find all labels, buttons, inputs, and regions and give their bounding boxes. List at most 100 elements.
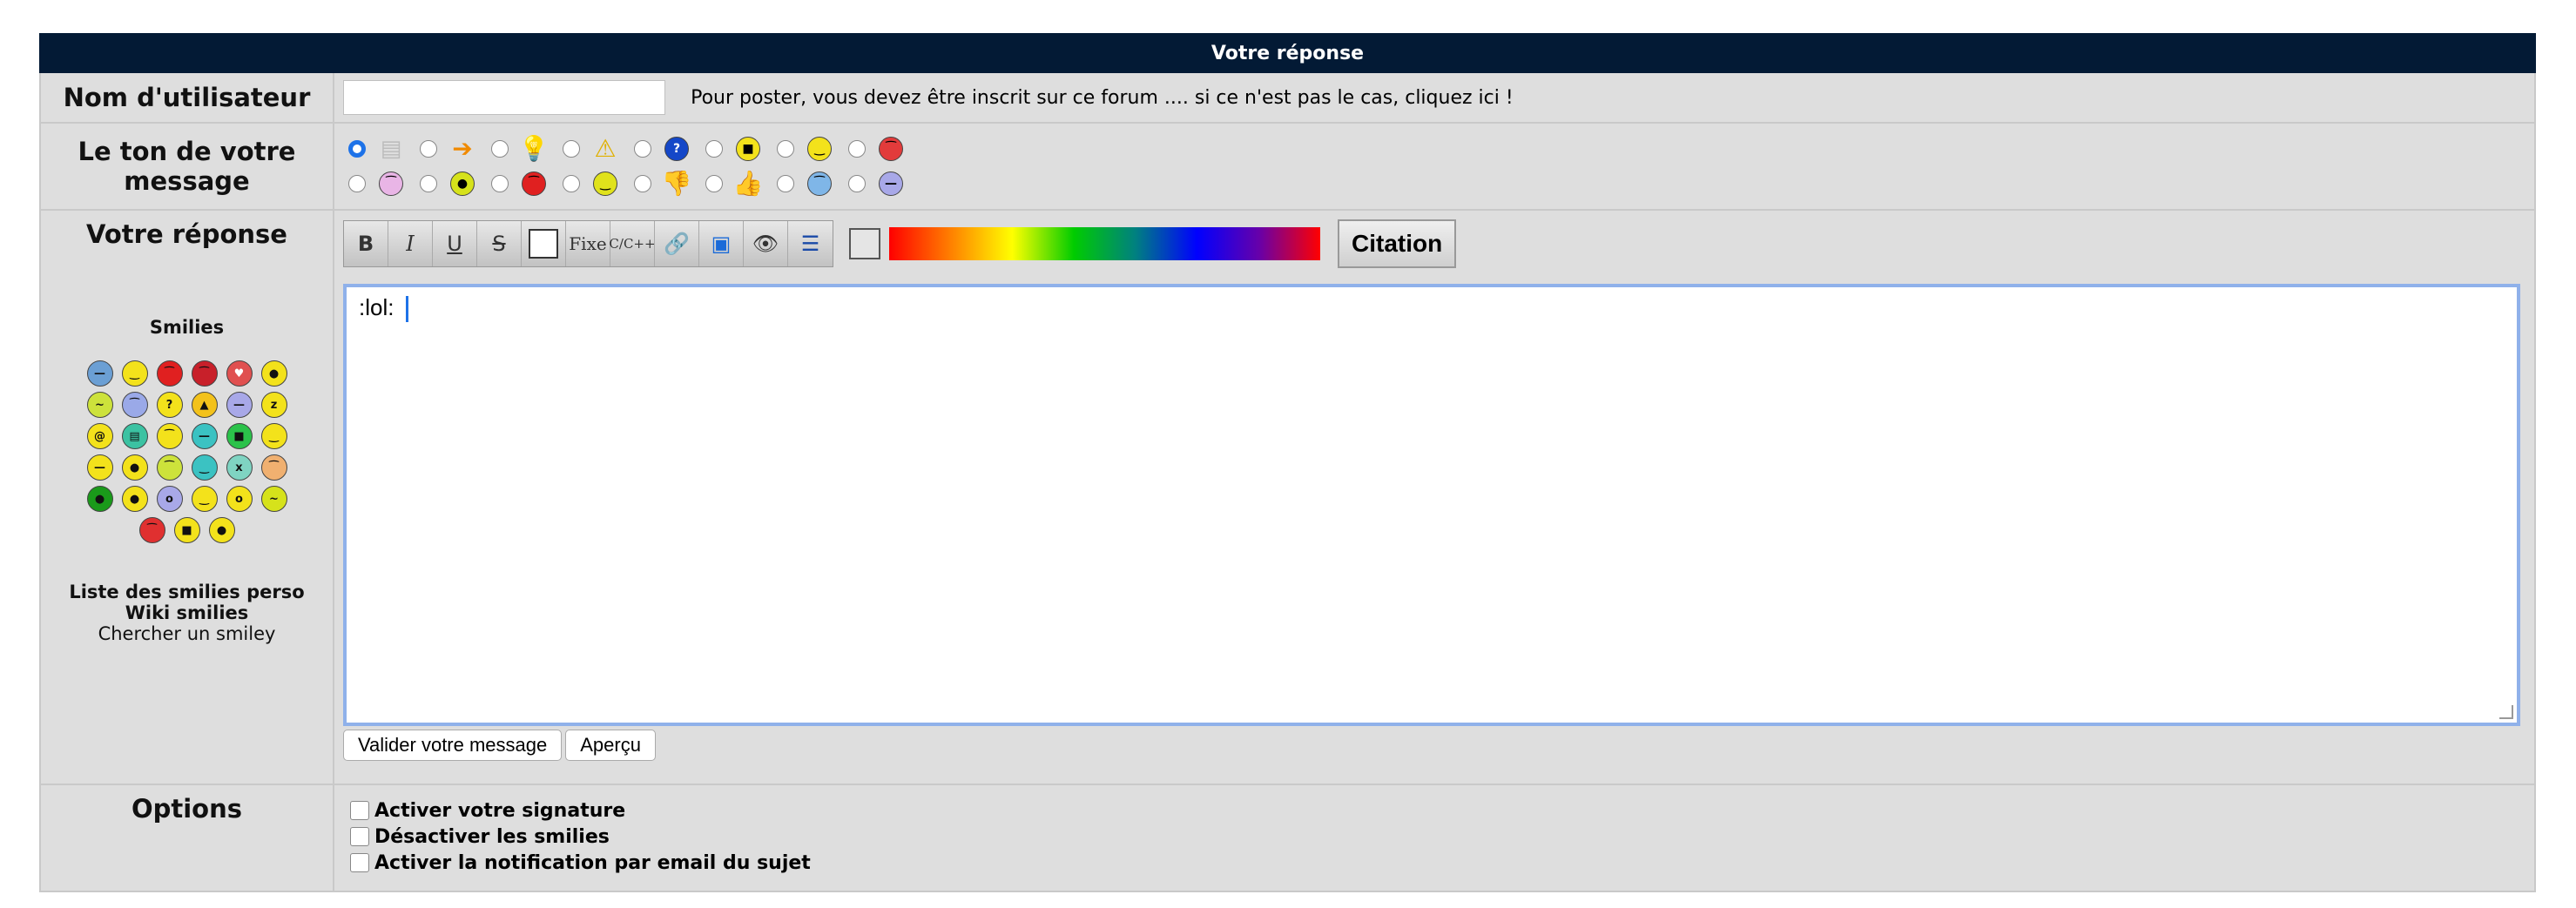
smiley-icon[interactable]: ⁀ (260, 454, 287, 481)
eye-icon: 👁 (752, 232, 779, 256)
color-spectrum[interactable] (889, 227, 1320, 260)
tone-radio[interactable] (563, 175, 580, 192)
list-button[interactable]: ☰ (788, 221, 833, 266)
tone-radio[interactable] (420, 175, 437, 192)
tone-radio[interactable] (634, 140, 651, 158)
smiley-icon[interactable]: ~ (260, 486, 287, 512)
smiley-icon[interactable]: ‿ (260, 423, 287, 449)
smiley-icon[interactable]: ● (208, 517, 235, 543)
image-button[interactable]: ▣ (699, 221, 744, 266)
reply-label: Votre réponse (86, 219, 287, 249)
square-icon (529, 229, 558, 259)
wink-smiley-icon: ‿ (590, 169, 620, 198)
color-picker-swatch[interactable] (849, 228, 880, 259)
tone-radio[interactable] (705, 140, 723, 158)
smiley-icon[interactable]: ‿ (121, 360, 148, 387)
tone-label: Le ton de votre message (39, 122, 334, 211)
tone-radio[interactable] (348, 175, 366, 192)
tone-radio[interactable] (491, 140, 509, 158)
smiley-icon[interactable]: ● (121, 486, 148, 512)
crying-smiley-icon: ⁀ (805, 169, 834, 198)
smiley-icon[interactable]: ⁀ (138, 517, 165, 543)
option-notification: Activer la notification par email du suj… (343, 850, 2534, 876)
question-icon: ? (662, 134, 691, 164)
option-label: Activer votre signature (374, 799, 626, 822)
smiley-icon[interactable]: ? (156, 392, 183, 418)
smiley-icon[interactable]: — (191, 423, 218, 449)
tone-options: ▤ ➔ 💡 ⚠ ? ■ ‿ ⁀ ⁀ ● ⁀ ‿ 👎 👍 ⁀ — (333, 122, 2536, 211)
smiley-icon[interactable]: ⁀ (156, 360, 183, 387)
tone-row-1: ▤ ➔ 💡 ⚠ ? ■ ‿ ⁀ (343, 131, 2534, 166)
link-button[interactable]: 🔗 (655, 221, 699, 266)
register-hint[interactable]: Pour poster, vous devez être inscrit sur… (691, 87, 1514, 109)
tone-radio[interactable] (705, 175, 723, 192)
tone-radio[interactable] (563, 140, 580, 158)
smilies-list-link[interactable]: Liste des smilies perso (42, 582, 332, 602)
smilies-links: Liste des smilies perso Wiki smilies Che… (42, 582, 332, 644)
smiley-icon[interactable]: @ (86, 423, 113, 449)
thumbs-down-icon: 👎 (661, 169, 692, 198)
smiley-icon[interactable]: x (226, 454, 253, 481)
text-caret (405, 296, 408, 323)
sunglasses-smiley-icon: ■ (733, 134, 763, 164)
underline-button[interactable]: U (433, 221, 477, 266)
smiley-icon[interactable]: — (86, 454, 113, 481)
notification-checkbox[interactable] (350, 853, 369, 872)
username-input[interactable] (343, 80, 665, 115)
tone-radio[interactable] (848, 175, 866, 192)
smiley-icon[interactable]: ⁀ (121, 392, 148, 418)
smiley-icon[interactable]: — (226, 392, 253, 418)
smiley-icon[interactable]: ■ (226, 423, 253, 449)
resize-handle[interactable] (2499, 705, 2513, 719)
submit-button[interactable]: Valider votre message (343, 730, 563, 761)
smiley-icon[interactable]: ● (86, 486, 113, 512)
smiley-icon[interactable]: — (86, 360, 113, 387)
username-label: Nom d'utilisateur (39, 71, 334, 124)
smilies-title: Smilies (149, 317, 225, 338)
tone-radio[interactable] (491, 175, 509, 192)
citation-button[interactable]: Citation (1338, 219, 1457, 268)
italic-button[interactable]: I (388, 221, 433, 266)
form-actions: Valider votre message Aperçu (343, 730, 2534, 761)
signature-checkbox[interactable] (350, 801, 369, 820)
smiley-icon[interactable]: ⁀ (156, 423, 183, 449)
smiley-icon[interactable]: ‿ (191, 486, 218, 512)
tone-radio[interactable] (634, 175, 651, 192)
smiley-icon[interactable]: ● (121, 454, 148, 481)
lightbulb-icon: 💡 (518, 134, 550, 163)
sad-smiley-icon: ⁀ (376, 169, 406, 198)
bold-button[interactable]: B (344, 221, 388, 266)
smiley-icon[interactable]: z (260, 392, 287, 418)
smiley-icon[interactable]: ▲ (191, 392, 218, 418)
disable-smilies-checkbox[interactable] (350, 827, 369, 846)
smiley-icon[interactable]: o (226, 486, 253, 512)
editor-toolbar: B I U S Fixe C/C++ 🔗 ▣ 👁 ☰ Citation (343, 219, 2534, 268)
tone-radio[interactable] (348, 140, 366, 158)
tone-row-2: ⁀ ● ⁀ ‿ 👎 👍 ⁀ — (343, 166, 2534, 201)
smiley-icon[interactable]: ■ (173, 517, 200, 543)
fixed-button[interactable]: Fixe (566, 221, 610, 266)
smiley-icon[interactable]: ▤ (121, 423, 148, 449)
mad-red-smiley-icon: ⁀ (519, 169, 549, 198)
tone-radio[interactable] (420, 140, 437, 158)
strike-button[interactable]: S (477, 221, 522, 266)
list-icon: ☰ (800, 232, 820, 256)
smiley-icon[interactable]: ⁀ (156, 454, 183, 481)
wiki-smilies-link[interactable]: Wiki smilies (42, 602, 332, 623)
smiley-icon[interactable]: ‿ (191, 454, 218, 481)
code-button[interactable]: C/C++ (609, 221, 656, 266)
tone-radio[interactable] (848, 140, 866, 158)
smiley-icon[interactable]: ~ (86, 392, 113, 418)
document-icon: ▤ (380, 136, 402, 162)
message-textarea[interactable]: :lol: (343, 284, 2520, 726)
preview-button[interactable]: Aperçu (565, 730, 656, 761)
tone-radio[interactable] (777, 175, 794, 192)
smiley-icon[interactable]: ● (260, 360, 287, 387)
tone-radio[interactable] (777, 140, 794, 158)
smiley-icon[interactable]: o (156, 486, 183, 512)
smiley-icon[interactable]: ⁀ (191, 360, 218, 387)
smiley-icon[interactable]: ♥ (226, 360, 253, 387)
frame-button[interactable] (522, 221, 566, 266)
spoiler-button[interactable]: 👁 (744, 221, 788, 266)
search-smiley-link[interactable]: Chercher un smiley (42, 623, 332, 644)
